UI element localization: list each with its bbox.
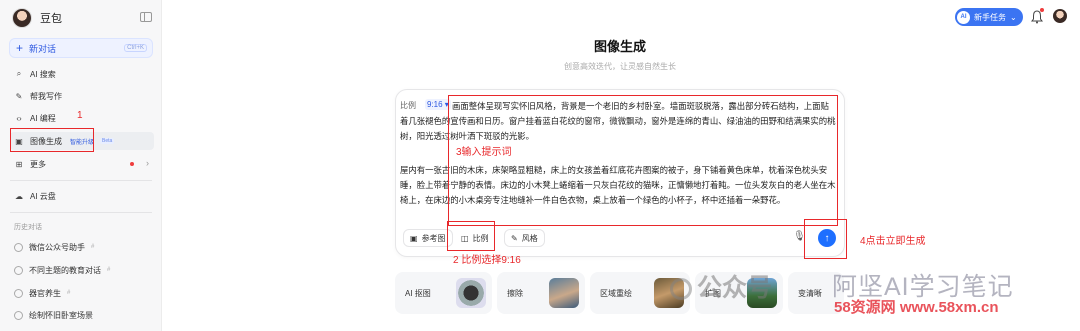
page-subtitle: 创意高效迭代，让灵感自然生长 (564, 62, 676, 71)
annotation-box-4 (804, 219, 847, 259)
tool-label: 风格 (521, 233, 538, 243)
sidebar-item-label: AI 搜索 (30, 69, 56, 79)
annotation-step4: 4点击立即生成 (860, 236, 926, 247)
annotation-step1: 1 (77, 110, 83, 121)
chat-icon (14, 288, 23, 298)
history-item[interactable]: 微信公众号助手 # (10, 239, 94, 255)
history-item-label: 微信公众号助手 (29, 242, 85, 252)
code-icon: ‹› (16, 113, 22, 123)
new-chat-button[interactable]: + 新对话 Ctrl+K (9, 38, 153, 58)
beta-badge: Beta (100, 138, 115, 144)
brand[interactable]: 豆包 (12, 8, 62, 28)
history-section-label: 历史对话 (14, 224, 42, 231)
divider (10, 180, 152, 181)
shortcut-hint: Ctrl+K (124, 44, 147, 52)
annotation-box-1 (10, 128, 94, 152)
sidebar-item-label: 更多 (30, 159, 46, 169)
history-item-label: 不同主题的教育对话 (29, 265, 101, 275)
sidebar-item-ai-search[interactable]: ⌕ AI 搜索 (10, 65, 154, 83)
sidebar-item-writing[interactable]: ✎ 帮我写作 (10, 87, 154, 105)
brand-avatar (12, 8, 32, 28)
ai-badge-icon: AI (957, 10, 970, 24)
chat-icon (14, 310, 23, 320)
watermark-left: 公众号 (697, 274, 773, 302)
skill-ai-cutout[interactable]: AI 抠图 (395, 272, 492, 314)
chat-icon (14, 265, 23, 275)
sidebar-collapse-icon[interactable] (140, 12, 152, 22)
ratio-value: 9:16 (427, 100, 443, 109)
history-item-suffix: # (91, 244, 95, 250)
sidebar-item-label: 帮我写作 (30, 91, 62, 101)
history-item-suffix: # (67, 290, 71, 296)
chat-icon (14, 242, 23, 252)
history-item-label: 器官养生 (29, 288, 61, 298)
annotation-step2: 2 比例选择9:16 (453, 255, 521, 266)
plus-icon: + (16, 41, 24, 55)
skill-label: 擦除 (507, 288, 523, 298)
page-title: 图像生成 (593, 39, 646, 54)
chevron-down-icon: ⌄ (1010, 12, 1017, 22)
divider (10, 212, 152, 213)
sidebar-item-more[interactable]: ⊞ 更多 › (10, 155, 154, 173)
history-item-suffix: # (107, 267, 111, 273)
reference-image-button[interactable]: ▣ 参考图 (403, 229, 453, 247)
task-label: 新手任务 (974, 12, 1006, 22)
history-item[interactable]: 器官养生 # (10, 285, 70, 301)
tool-label: 参考图 (421, 233, 446, 243)
skill-thumbnail (456, 278, 486, 308)
image-icon: ▣ (410, 233, 418, 243)
pen-icon: ✎ (15, 91, 23, 101)
sidebar: 豆包 + 新对话 Ctrl+K ⌕ AI 搜索 ✎ 帮我写作 ‹› AI 编程 … (0, 0, 162, 331)
annotation-box-2 (447, 221, 495, 251)
history-item[interactable]: 不同主题的教育对话 # (10, 262, 110, 278)
notification-dot (130, 162, 134, 166)
user-avatar[interactable] (1053, 9, 1067, 23)
sidebar-item-cloud[interactable]: ☁ AI 云盘 (10, 187, 154, 205)
sidebar-item-label: AI 云盘 (30, 191, 56, 201)
skill-erase[interactable]: 擦除 (497, 272, 585, 314)
brand-name: 豆包 (40, 13, 62, 25)
chevron-right-icon: › (146, 158, 149, 168)
history-item-label: 绘制怀旧卧室场景 (29, 310, 93, 320)
bell-icon[interactable] (1031, 10, 1043, 24)
brush-icon: ✎ (511, 233, 518, 243)
sidebar-item-label: AI 编程 (30, 113, 56, 123)
beginner-task-button[interactable]: AI 新手任务 ⌄ (955, 8, 1023, 26)
notification-dot (1040, 8, 1044, 12)
skill-label: 区域重绘 (600, 288, 632, 298)
ratio-label: 比例 (400, 101, 416, 110)
watermark-url: 58资源网 www.58xm.cn (834, 299, 999, 316)
skill-thumbnail (549, 278, 579, 308)
skill-label: 变清晰 (798, 288, 822, 298)
skill-label: AI 抠图 (405, 288, 431, 298)
cloud-icon: ☁ (15, 191, 23, 201)
search-icon: ⌕ (16, 69, 22, 78)
grid-icon: ⊞ (15, 159, 23, 169)
ratio-chip[interactable]: 9:16 ▾ (425, 99, 451, 110)
history-item[interactable]: 绘制怀旧卧室场景 (10, 307, 93, 323)
watermark-logo (670, 278, 692, 300)
annotation-step3: 3输入提示词 (456, 147, 512, 158)
new-chat-label: 新对话 (29, 43, 57, 54)
annotation-box-3 (448, 95, 838, 226)
style-button[interactable]: ✎ 风格 (504, 229, 545, 247)
